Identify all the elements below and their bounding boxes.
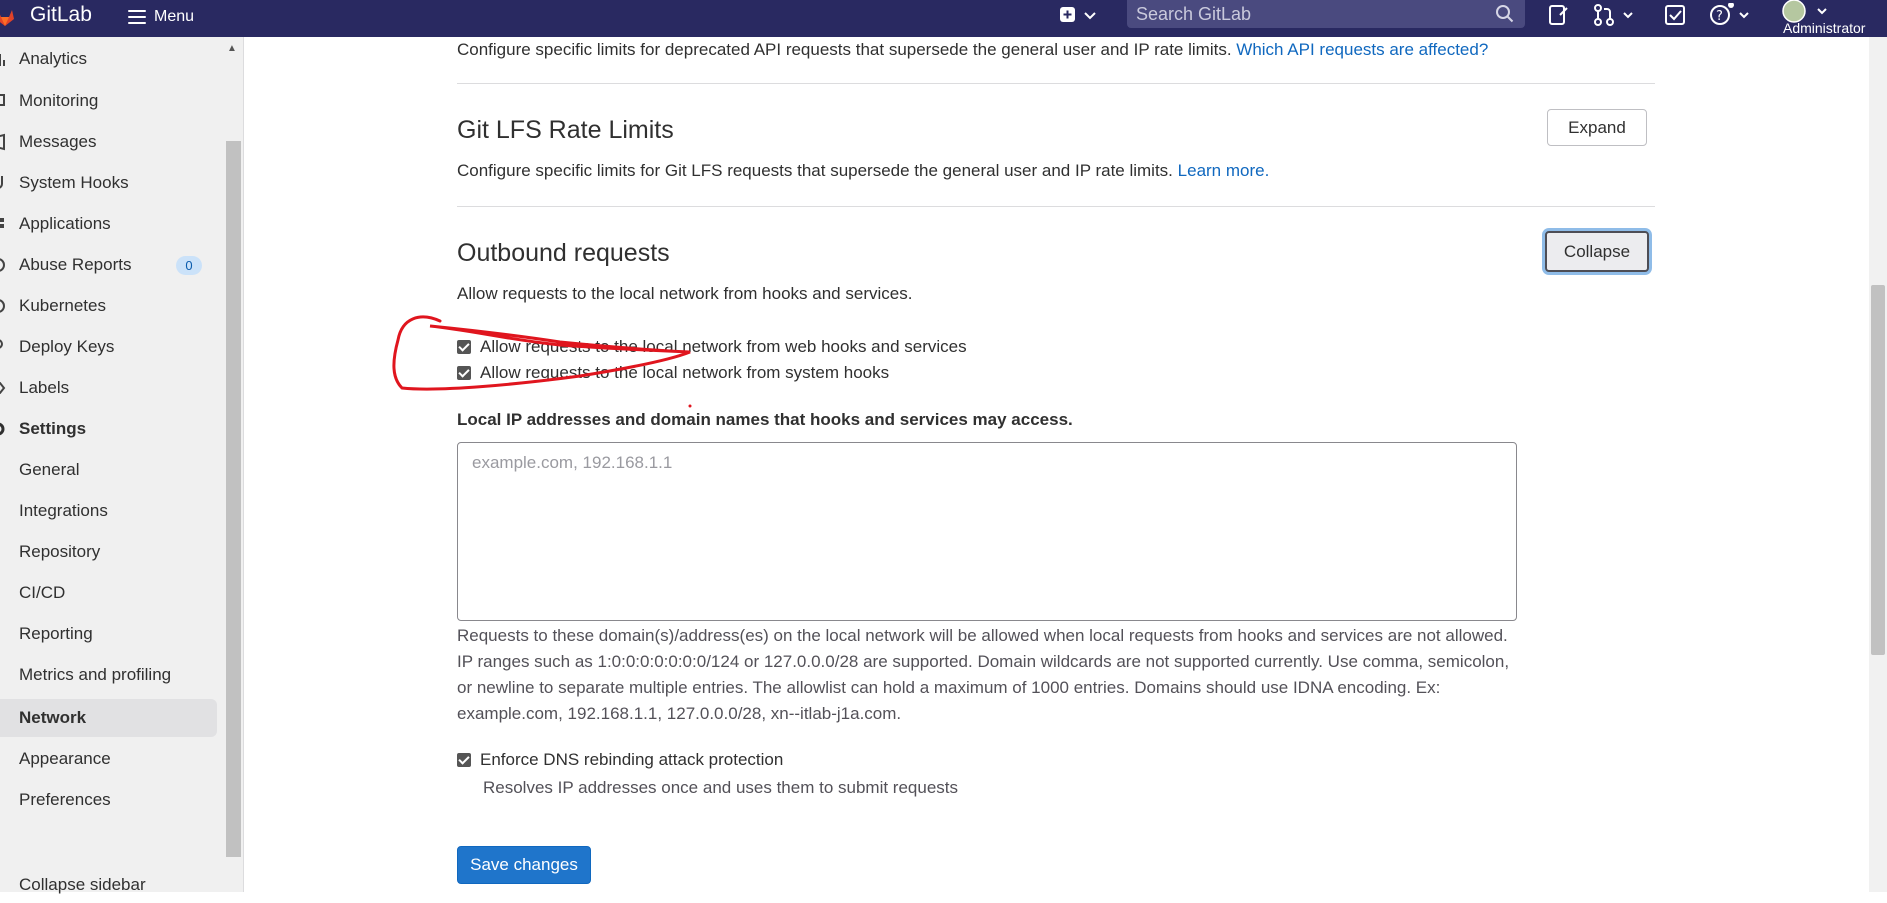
issues-icon[interactable] [1546,3,1572,27]
sidebar-item-settings[interactable]: Settings [0,411,217,447]
todo-icon[interactable] [1663,3,1689,27]
abuse-reports-count-badge: 0 [176,256,202,275]
collapse-sidebar-button[interactable]: Collapse sidebar [0,867,217,903]
collapse-sidebar-label: Collapse sidebar [19,875,146,894]
allow-system-hooks-checkbox[interactable]: Allow requests to the local network from… [457,363,889,383]
sidebar-item-integrations[interactable]: Integrations [0,493,217,529]
sidebar-item-appearance[interactable]: Appearance [0,741,217,777]
sidebar-item-system-hooks[interactable]: System Hooks [0,165,217,201]
deprecated-api-help-link[interactable]: Which API requests are affected? [1236,40,1488,59]
allowlist-placeholder: example.com, 192.168.1.1 [472,453,673,472]
allowlist-help-text: Requests to these domain(s)/address(es) … [457,626,1510,723]
allowlist-field-label: Local IP addresses and domain names that… [457,410,1073,429]
outbound-collapse-button[interactable]: Collapse [1545,231,1649,272]
dns-rebinding-help-text: Resolves IP addresses once and uses them… [483,778,958,797]
page-scrollbar-thumb[interactable] [1871,285,1885,655]
admin-sidebar: ▲ Analytics Monitoring Messages System H… [0,37,244,894]
sidebar-item-metrics-and-profiling[interactable]: Metrics and profiling [0,657,217,693]
section-divider [457,206,1655,207]
search-icon [1496,5,1514,23]
allow-system-hooks-label: Allow requests to the local network from… [480,363,890,382]
sidebar-item-ci-cd[interactable]: CI/CD [0,575,217,611]
sidebar-item-network[interactable]: Network [0,699,217,737]
dns-rebinding-checkbox[interactable]: Enforce DNS rebinding attack protection [457,750,783,770]
allow-web-hooks-label: Allow requests to the local network from… [480,337,967,356]
sidebar-item-general[interactable]: General [0,452,217,488]
hamburger-icon [128,10,146,24]
outbound-requests-title: Outbound requests [457,239,670,267]
sidebar-item-kubernetes[interactable]: Kubernetes [0,288,217,324]
monitor-icon [0,94,5,106]
scroll-up-arrow-icon[interactable]: ▲ [227,43,237,54]
sidebar-item-applications[interactable]: Applications [0,206,217,242]
sidebar-item-abuse-reports[interactable]: Abuse Reports 0 [0,247,217,283]
checkbox-checked-icon[interactable] [457,366,471,380]
brand-name[interactable]: GitLab [30,3,92,27]
hook-icon [0,176,3,189]
dns-rebinding-label: Enforce DNS rebinding attack protection [480,750,784,769]
checkbox-checked-icon[interactable] [457,753,471,767]
page-scrollbar[interactable] [1869,37,1887,892]
git-lfs-expand-button[interactable]: Expand [1547,109,1647,146]
sidebar-scrollbar-thumb[interactable] [226,141,241,857]
new-dropdown-button[interactable] [1056,2,1102,28]
warning-circle-icon [0,258,5,272]
gitlab-logo-icon[interactable] [0,6,16,28]
menu-button[interactable]: Menu [128,4,194,30]
applications-icon [0,218,4,228]
sidebar-item-repository[interactable]: Repository [0,534,217,570]
checkbox-checked-icon[interactable] [457,340,471,354]
git-lfs-learn-more-link[interactable]: Learn more. [1178,161,1270,180]
sidebar-item-reporting[interactable]: Reporting [0,616,217,652]
search-placeholder: Search GitLab [1136,4,1252,24]
key-icon [0,339,3,349]
chart-icon [0,54,5,66]
outbound-description: Allow requests to the local network from… [457,284,913,303]
section-divider [457,83,1655,84]
sidebar-item-deploy-keys[interactable]: Deploy Keys [0,329,217,365]
allowlist-textarea[interactable]: example.com, 192.168.1.1 [457,442,1517,621]
sidebar-item-messages[interactable]: Messages [0,124,217,160]
kubernetes-icon [0,299,5,313]
sidebar-item-preferences[interactable]: Preferences [0,782,217,818]
help-icon[interactable]: ? [1708,3,1752,27]
search-input[interactable]: Search GitLab [1127,0,1525,28]
merge-requests-icon[interactable] [1592,3,1636,27]
save-changes-button[interactable]: Save changes [457,846,591,884]
sidebar-item-labels[interactable]: Labels [0,370,217,406]
bullhorn-icon [0,133,5,151]
plus-square-icon [1060,7,1096,22]
allow-web-hooks-checkbox[interactable]: Allow requests to the local network from… [457,337,967,357]
svg-text:?: ? [1716,9,1723,24]
git-lfs-section-title: Git LFS Rate Limits [457,116,674,144]
label-icon [0,382,6,394]
deprecated-api-description: Configure specific limits for deprecated… [457,40,1489,59]
top-navbar: GitLab Menu Search GitLab ? Administrato… [0,0,1887,37]
sidebar-item-monitoring[interactable]: Monitoring [0,83,217,119]
sidebar-item-analytics[interactable]: Analytics [0,41,217,77]
gear-icon [0,422,5,436]
menu-label: Menu [154,8,195,25]
user-name[interactable]: Administrator [1783,20,1865,36]
git-lfs-description: Configure specific limits for Git LFS re… [457,161,1270,180]
